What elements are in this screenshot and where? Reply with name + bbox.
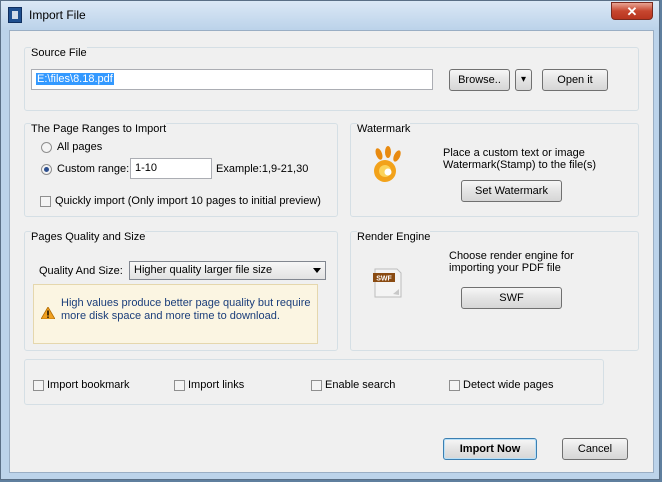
detect-wide-pages-checkbox[interactable] [449, 380, 460, 391]
source-path-input[interactable]: E:\files\8.18.pdf [31, 69, 433, 90]
warning-icon [41, 307, 55, 319]
enable-search-checkbox[interactable] [311, 380, 322, 391]
import-links-label[interactable]: Import links [188, 379, 244, 391]
browse-dropdown-button[interactable]: ▾ [515, 69, 532, 91]
quick-import-label[interactable]: Quickly import (Only import 10 pages to … [55, 195, 321, 207]
page-ranges-group: The Page Ranges to Import All pages Cust… [24, 123, 338, 217]
render-description: Choose render engine for importing your … [449, 250, 574, 274]
render-engine-group: Render Engine SWF Choose render engine f… [350, 231, 639, 351]
custom-range-input[interactable]: 1-10 [130, 158, 212, 179]
all-pages-radio[interactable] [41, 142, 52, 153]
close-icon: ✕ [626, 4, 638, 19]
page-ranges-title: The Page Ranges to Import [31, 123, 167, 135]
import-now-label: Import Now [459, 443, 521, 455]
custom-range-label[interactable]: Custom range: [57, 163, 129, 175]
watermark-group: Watermark Place a custom text or image W… [350, 123, 639, 217]
set-watermark-button[interactable]: Set Watermark [461, 180, 562, 202]
detect-wide-pages-label[interactable]: Detect wide pages [463, 379, 554, 391]
swf-render-label: SWF [499, 292, 524, 304]
import-bookmark-label[interactable]: Import bookmark [47, 379, 130, 391]
watermark-icon [374, 146, 401, 182]
browse-label: Browse.. [458, 74, 501, 86]
quick-import-checkbox[interactable] [40, 196, 51, 207]
swf-render-button[interactable]: SWF [461, 287, 562, 309]
quality-select[interactable]: Higher quality larger file size [129, 261, 326, 280]
dialog-client: Source File E:\files\8.18.pdf Browse.. ▾… [9, 30, 654, 473]
open-it-button[interactable]: Open it [542, 69, 608, 91]
source-file-title: Source File [31, 47, 87, 59]
render-engine-title: Render Engine [357, 231, 431, 243]
range-example-label: Example:1,9-21,30 [216, 163, 309, 175]
source-file-group: Source File E:\files\8.18.pdf Browse.. ▾… [24, 47, 639, 111]
chevron-down-icon: ▾ [520, 74, 527, 85]
custom-range-radio[interactable] [41, 164, 52, 175]
swf-icon-text: SWF [376, 276, 392, 283]
set-watermark-label: Set Watermark [475, 185, 548, 197]
source-path-value: E:\files\8.18.pdf [36, 73, 114, 85]
import-links-checkbox[interactable] [174, 380, 185, 391]
window-title: Import File [29, 8, 86, 22]
browse-button[interactable]: Browse.. [449, 69, 510, 91]
quality-select-value: Higher quality larger file size [134, 264, 273, 276]
quality-title: Pages Quality and Size [31, 231, 146, 243]
import-bookmark-checkbox[interactable] [33, 380, 44, 391]
quality-info-box: High values produce better page quality … [33, 284, 318, 344]
cancel-label: Cancel [577, 443, 613, 455]
quality-info-text: High values produce better page quality … [61, 297, 311, 322]
enable-search-label[interactable]: Enable search [325, 379, 395, 391]
import-options-group: Import bookmark Import links Enable sear… [24, 359, 604, 405]
import-now-button[interactable]: Import Now [443, 438, 537, 460]
app-icon [8, 7, 22, 23]
all-pages-label[interactable]: All pages [57, 141, 102, 153]
quality-select-label: Quality And Size: [39, 265, 123, 277]
watermark-title: Watermark [357, 123, 411, 135]
import-file-window: Import File ✕ Source File E:\files\8.18.… [0, 0, 660, 480]
title-bar[interactable]: Import File ✕ [1, 1, 659, 29]
cancel-button[interactable]: Cancel [562, 438, 628, 460]
close-button[interactable]: ✕ [611, 2, 653, 20]
swf-file-icon: SWF [373, 268, 402, 298]
quality-group: Pages Quality and Size Quality And Size:… [24, 231, 338, 351]
chevron-down-icon [313, 268, 321, 273]
watermark-description: Place a custom text or image Watermark(S… [443, 147, 597, 171]
custom-range-value: 1-10 [135, 162, 158, 174]
open-it-label: Open it [557, 74, 593, 86]
